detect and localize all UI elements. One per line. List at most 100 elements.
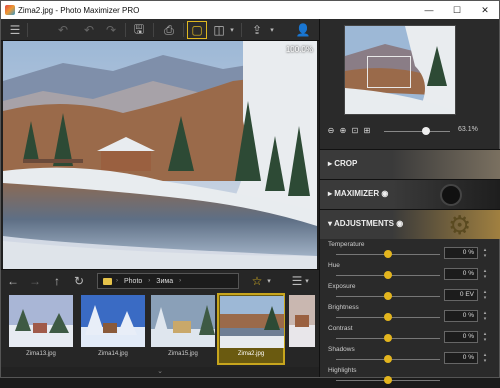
zoom-actual-icon[interactable]: ⊞ [362, 125, 372, 135]
undo-icon[interactable]: ↶ [53, 21, 73, 39]
maximizer-title: MAXIMIZER [334, 189, 380, 198]
adjustment-value-input[interactable]: 0 EV [444, 289, 478, 301]
filmstrip-collapse-icon[interactable]: ⌄ [1, 367, 319, 377]
zoom-slider-track[interactable] [384, 131, 450, 132]
up-arrow-icon[interactable]: ↑ [49, 273, 65, 289]
thumbnail-caption: Zima2.jpg [237, 351, 265, 357]
thumbnail-image [289, 295, 315, 347]
gears-icon: ⚙ [448, 210, 472, 239]
adjustment-value-input[interactable]: 0 % [444, 247, 478, 259]
thumbnail-item-partial[interactable] [289, 295, 315, 363]
undo-icon-2[interactable]: ↶ [79, 21, 99, 39]
thumbnail-caption: Zima13.jpg [26, 351, 56, 357]
chevron-down-icon[interactable]: ▾ [265, 273, 273, 289]
crop-panel-header[interactable]: ▸ CROP [320, 149, 500, 179]
zoom-percent: 63.1% [458, 126, 478, 133]
refresh-icon[interactable]: ↻ [71, 273, 87, 289]
split-view-icon[interactable]: ◫ [209, 21, 229, 39]
spinner-icon[interactable]: ▴ ▾ [480, 268, 490, 280]
share-icon[interactable]: ⇪ [247, 21, 267, 39]
menu-icon[interactable]: ☰ [5, 21, 25, 39]
adjustment-row: Shadows 0 % ▴ ▾ [328, 346, 494, 367]
redo-icon[interactable]: ↷ [101, 21, 121, 39]
eye-icon[interactable]: ◉ [396, 219, 403, 228]
zoom-in-icon[interactable]: ⊕ [338, 125, 348, 135]
thumbnail-item[interactable]: Zima13.jpg [9, 295, 73, 363]
adjustment-slider-knob[interactable] [384, 376, 392, 384]
adjustments-panel-header[interactable]: ▾ ADJUSTMENTS ◉ ⚙ [320, 209, 500, 239]
chevron-right-icon: › [179, 278, 182, 284]
thumbnail-image [151, 295, 215, 347]
spinner-icon[interactable]: ▴ ▾ [480, 247, 490, 259]
single-view-icon[interactable]: ▢ [187, 21, 207, 39]
adjustment-label: Temperature [328, 241, 365, 248]
adjustment-value-input[interactable]: 0 % [444, 310, 478, 322]
star-icon[interactable]: ☆ [249, 273, 265, 289]
minimize-button[interactable]: — [415, 1, 443, 19]
adjustment-slider-knob[interactable] [384, 271, 392, 279]
adjustment-value-input[interactable]: 0 % [444, 331, 478, 343]
thumbnail-image [220, 296, 284, 348]
chevron-down-icon[interactable]: ▾ [303, 273, 311, 289]
close-button[interactable]: ✕ [471, 1, 499, 19]
thumbnail-item[interactable]: Zima15.jpg [151, 295, 215, 363]
navigator-zoom-row: ⊖ ⊕ ⊡ ⊞ 63.1% [326, 125, 496, 137]
adjustment-label: Contrast [328, 325, 353, 332]
adjustment-value-input[interactable]: 0 % [444, 268, 478, 280]
adjustment-row: Temperature 0 % ▴ ▾ [328, 241, 494, 262]
print-icon[interactable]: ⎙ [159, 21, 179, 39]
thumbnail-item-selected[interactable]: Zima2.jpg [217, 293, 285, 365]
thumbnail-caption: Zima15.jpg [168, 351, 198, 357]
navigator-viewport-rect[interactable] [367, 56, 411, 88]
filmstrip: Zima13.jpg Zima14.jpg Zima15.jpg Zima2.j… [1, 291, 319, 367]
adjustment-slider-knob[interactable] [384, 313, 392, 321]
navigator-preview[interactable] [344, 25, 456, 115]
eye-icon[interactable]: ◉ [381, 189, 388, 198]
adjustment-slider-knob[interactable] [384, 292, 392, 300]
maximize-button[interactable]: ☐ [443, 1, 471, 19]
adjustment-slider-knob[interactable] [384, 250, 392, 258]
adjustment-row: Exposure 0 EV ▴ ▾ [328, 283, 494, 304]
breadcrumb-item-photo[interactable]: Photo [124, 278, 142, 285]
chevron-right-icon: › [148, 278, 151, 284]
user-icon[interactable]: 👤 [293, 21, 313, 39]
thumbnail-image [81, 295, 145, 347]
image-viewer[interactable]: 100.0% [3, 41, 317, 269]
spinner-icon[interactable]: ▴ ▾ [480, 289, 490, 301]
thumbnail-caption: Zima14.jpg [98, 351, 128, 357]
maximizer-panel-header[interactable]: ▸ MAXIMIZER ◉ [320, 179, 500, 209]
adjustment-row: Contrast 0 % ▴ ▾ [328, 325, 494, 346]
folder-icon [103, 277, 112, 285]
adjustment-row: Hue 0 % ▴ ▾ [328, 262, 494, 283]
zoom-out-icon[interactable]: ⊖ [326, 125, 336, 135]
app-icon [5, 5, 15, 15]
adjustment-label: Brightness [328, 304, 359, 311]
save-icon[interactable]: 🖫 [129, 21, 149, 39]
breadcrumb[interactable]: › Photo › Зима › [97, 273, 239, 289]
adjustment-label: Highlights [328, 367, 357, 374]
adjustment-value-input[interactable]: 0 % [444, 352, 478, 364]
adjustment-row: Brightness 0 % ▴ ▾ [328, 304, 494, 325]
spinner-icon[interactable]: ▴ ▾ [480, 352, 490, 364]
zoom-label: 100.0% [285, 45, 313, 54]
breadcrumb-item-zima[interactable]: Зима [156, 278, 173, 285]
chevron-down-icon[interactable]: ▾ [267, 21, 277, 39]
spinner-icon[interactable]: ▴ ▾ [480, 310, 490, 322]
thumbnail-item[interactable]: Zima14.jpg [81, 295, 145, 363]
back-arrow-icon[interactable]: ← [5, 273, 21, 289]
main-image [3, 41, 317, 269]
chevron-down-icon[interactable]: ▾ [227, 21, 237, 39]
maximizer-dial-icon [440, 184, 462, 206]
adjustment-slider-knob[interactable] [384, 355, 392, 363]
zoom-slider-knob[interactable] [421, 127, 430, 135]
spinner-icon[interactable]: ▴ ▾ [480, 331, 490, 343]
navigation-bar: ← → ↑ ↻ › Photo › Зима › ☆ ▾ ☰ ▾ [1, 269, 319, 291]
zoom-fit-icon[interactable]: ⊡ [350, 125, 360, 135]
thumbnail-image [9, 295, 73, 347]
adjustment-label: Hue [328, 262, 340, 269]
title-bar: Zima2.jpg - Photo Maximizer PRO — ☐ ✕ [1, 1, 499, 19]
window-title: Zima2.jpg - Photo Maximizer PRO [18, 5, 140, 15]
adjustment-slider-knob[interactable] [384, 334, 392, 342]
crop-title: CROP [334, 159, 358, 168]
forward-arrow-icon[interactable]: → [27, 273, 43, 289]
